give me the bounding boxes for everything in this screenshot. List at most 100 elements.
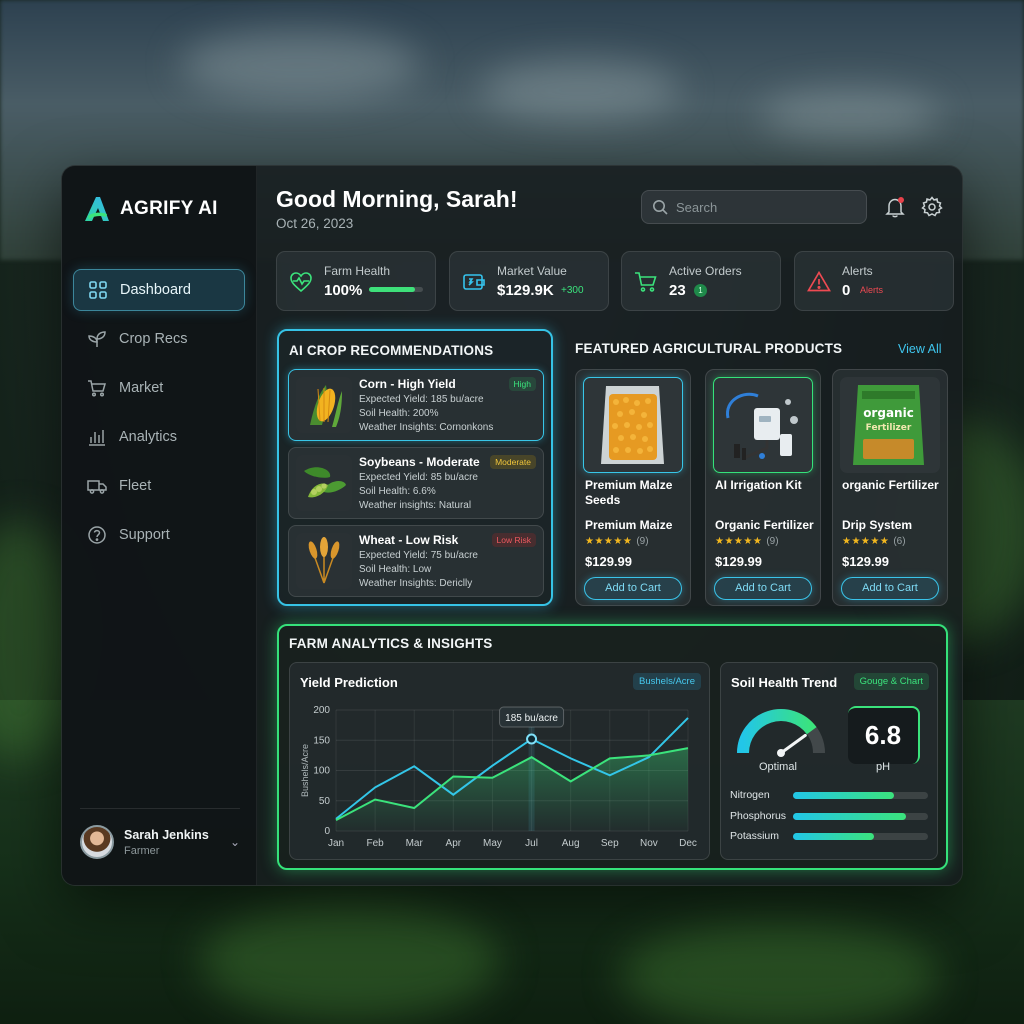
crop-badge: Low Risk bbox=[491, 533, 536, 547]
stat-active-orders[interactable]: Active Orders 23 1 bbox=[621, 251, 781, 311]
crop-badge: Moderate bbox=[490, 455, 536, 469]
cloud bbox=[180, 30, 420, 100]
stat-label: Alerts bbox=[842, 264, 873, 278]
sidebar-item-analytics[interactable]: Analytics bbox=[73, 416, 245, 458]
sidebar-item-label: Crop Recs bbox=[119, 331, 188, 347]
y-axis-label: Bushels/Acre bbox=[300, 744, 310, 797]
tooltip-text: 185 bu/acre bbox=[505, 713, 558, 724]
rating-stars: ★★★★★ (6) bbox=[842, 536, 906, 547]
add-to-cart-button[interactable]: Add to Cart bbox=[714, 577, 812, 600]
wheat-image bbox=[296, 533, 352, 589]
gauge-fill bbox=[737, 709, 817, 754]
sidebar-item-support[interactable]: Support bbox=[73, 514, 245, 556]
cart-icon bbox=[635, 272, 657, 292]
product-card-maize-seeds[interactable]: Premium Malze Seeds Premium Maize ★★★★★(… bbox=[575, 369, 691, 606]
farm-analytics-panel: FARM ANALYTICS & INSIGHTS Yield Predicti… bbox=[277, 624, 948, 870]
x-tick-label: Sep bbox=[601, 838, 619, 849]
grid-icon bbox=[89, 281, 107, 299]
sidebar-item-label: Analytics bbox=[119, 429, 178, 445]
nutrient-bar bbox=[793, 833, 928, 840]
sidebar-item-fleet[interactable]: Fleet bbox=[73, 465, 245, 507]
foliage bbox=[620, 920, 940, 1024]
nutrient-bar-fill bbox=[793, 833, 874, 840]
x-tick-label: Feb bbox=[366, 838, 384, 849]
crop-soil: Soil Health: 200% bbox=[359, 408, 439, 419]
product-price: $129.99 bbox=[585, 554, 632, 569]
app-logo[interactable]: AGRIFY AI bbox=[82, 194, 218, 224]
product-name: AI Irrigation Kit bbox=[715, 478, 802, 492]
add-to-cart-button[interactable]: Add to Cart bbox=[841, 577, 939, 600]
sidebar-item-dashboard[interactable]: Dashboard bbox=[73, 269, 245, 311]
products-title: FEATURED AGRICULTURAL PRODUCTS bbox=[575, 341, 843, 356]
crop-badge: High bbox=[508, 377, 536, 391]
nutrient-bar-fill bbox=[793, 813, 907, 820]
avatar bbox=[80, 825, 114, 859]
stat-farm-health[interactable]: Farm Health 100% bbox=[276, 251, 436, 311]
review-count: (9) bbox=[636, 536, 649, 547]
crop-weather: Weather insights: Natural bbox=[359, 500, 472, 511]
review-count: (6) bbox=[893, 536, 906, 547]
yield-line-chart: 0 50 100 150 200 Jan Feb Mar Apr May Jul Aug Sep Nov D… bbox=[300, 705, 697, 849]
cloud bbox=[760, 90, 940, 140]
crop-card-corn[interactable]: Corn - High Yield High Expected Yield: 1… bbox=[288, 369, 544, 441]
x-tick-label: Nov bbox=[640, 838, 658, 849]
stat-value: $129.9K bbox=[497, 282, 554, 299]
sidebar-item-crop-recs[interactable]: Crop Recs bbox=[73, 318, 245, 360]
chevron-down-icon[interactable]: ⌄ bbox=[230, 835, 240, 849]
gauge-needle bbox=[779, 733, 807, 755]
y-tick-label: 0 bbox=[324, 826, 330, 837]
nutrient-label: Phosphorus bbox=[730, 810, 787, 822]
maize-seeds-image bbox=[583, 377, 683, 473]
gear-icon[interactable] bbox=[921, 196, 943, 218]
cart-icon bbox=[88, 380, 106, 397]
help-icon bbox=[88, 526, 106, 544]
search-input[interactable]: Search bbox=[641, 190, 867, 224]
alerts-note: Alerts bbox=[860, 285, 884, 295]
warning-icon bbox=[807, 270, 831, 292]
card-title: Soil Health Trend bbox=[731, 675, 838, 690]
user-role: Farmer bbox=[124, 844, 160, 857]
date-label: Oct 26, 2023 bbox=[276, 216, 354, 231]
corn-image bbox=[296, 377, 352, 433]
y-tick-label: 100 bbox=[313, 766, 330, 777]
product-card-irrigation-kit[interactable]: AI Irrigation Kit Organic Fertilizer ★★★… bbox=[705, 369, 821, 606]
search-icon bbox=[653, 200, 668, 215]
rating-stars: ★★★★★ (9) bbox=[585, 536, 649, 547]
yield-prediction-card: Yield Prediction Bushels/Acre 0 50 100 150 2… bbox=[289, 662, 710, 860]
stat-market-value[interactable]: Market Value $129.9K +300 bbox=[449, 251, 609, 311]
heart-pulse-icon bbox=[290, 272, 312, 293]
nutrient-bar bbox=[793, 813, 928, 820]
add-to-cart-button[interactable]: Add to Cart bbox=[584, 577, 682, 600]
crop-weather: Weather Insights: Cornonkons bbox=[359, 422, 494, 433]
crop-card-soybeans[interactable]: Soybeans - Moderate Moderate Expected Yi… bbox=[288, 447, 544, 519]
product-price: $129.99 bbox=[715, 554, 762, 569]
nutrient-bar bbox=[793, 792, 928, 799]
highlight-band bbox=[528, 710, 535, 831]
highlight-point bbox=[526, 733, 538, 745]
x-tick-label: May bbox=[483, 838, 502, 849]
rating-stars: ★★★★★ (9) bbox=[715, 536, 779, 547]
sidebar-item-market[interactable]: Market bbox=[73, 367, 245, 409]
user-profile[interactable]: Sarah Jenkins Farmer ⌄ bbox=[80, 808, 240, 859]
nutrient-label: Nitrogen bbox=[730, 789, 770, 801]
bell-icon[interactable] bbox=[884, 196, 906, 218]
gauge-label: Optimal bbox=[759, 761, 797, 773]
product-subtitle: Drip System bbox=[842, 518, 913, 532]
sidebar-item-label: Support bbox=[119, 527, 170, 543]
product-card-organic-fertilizer[interactable]: organic Fertilizer organic Fertilizer Dr… bbox=[832, 369, 948, 606]
crop-yield: Expected Yield: 85 bu/acre bbox=[359, 472, 478, 483]
sidebar: AGRIFY AI Dashboard Crop Recs Market Ana… bbox=[62, 166, 257, 885]
product-subtitle: Organic Fertilizer bbox=[715, 518, 814, 532]
crop-card-wheat[interactable]: Wheat - Low Risk Low Risk Expected Yield… bbox=[288, 525, 544, 597]
stat-label: Farm Health bbox=[324, 264, 391, 278]
bag-label-organic: organic bbox=[863, 406, 914, 420]
wallet-icon bbox=[463, 274, 485, 290]
x-tick-label: Jan bbox=[328, 838, 344, 849]
y-tick-label: 200 bbox=[313, 705, 330, 716]
orders-badge: 1 bbox=[694, 284, 707, 297]
product-price: $129.99 bbox=[842, 554, 889, 569]
stat-alerts[interactable]: Alerts 0 Alerts bbox=[794, 251, 954, 311]
panel-title: FARM ANALYTICS & INSIGHTS bbox=[289, 636, 493, 651]
view-all-link[interactable]: View All bbox=[898, 342, 942, 356]
x-tick-label: Dec bbox=[679, 838, 697, 849]
